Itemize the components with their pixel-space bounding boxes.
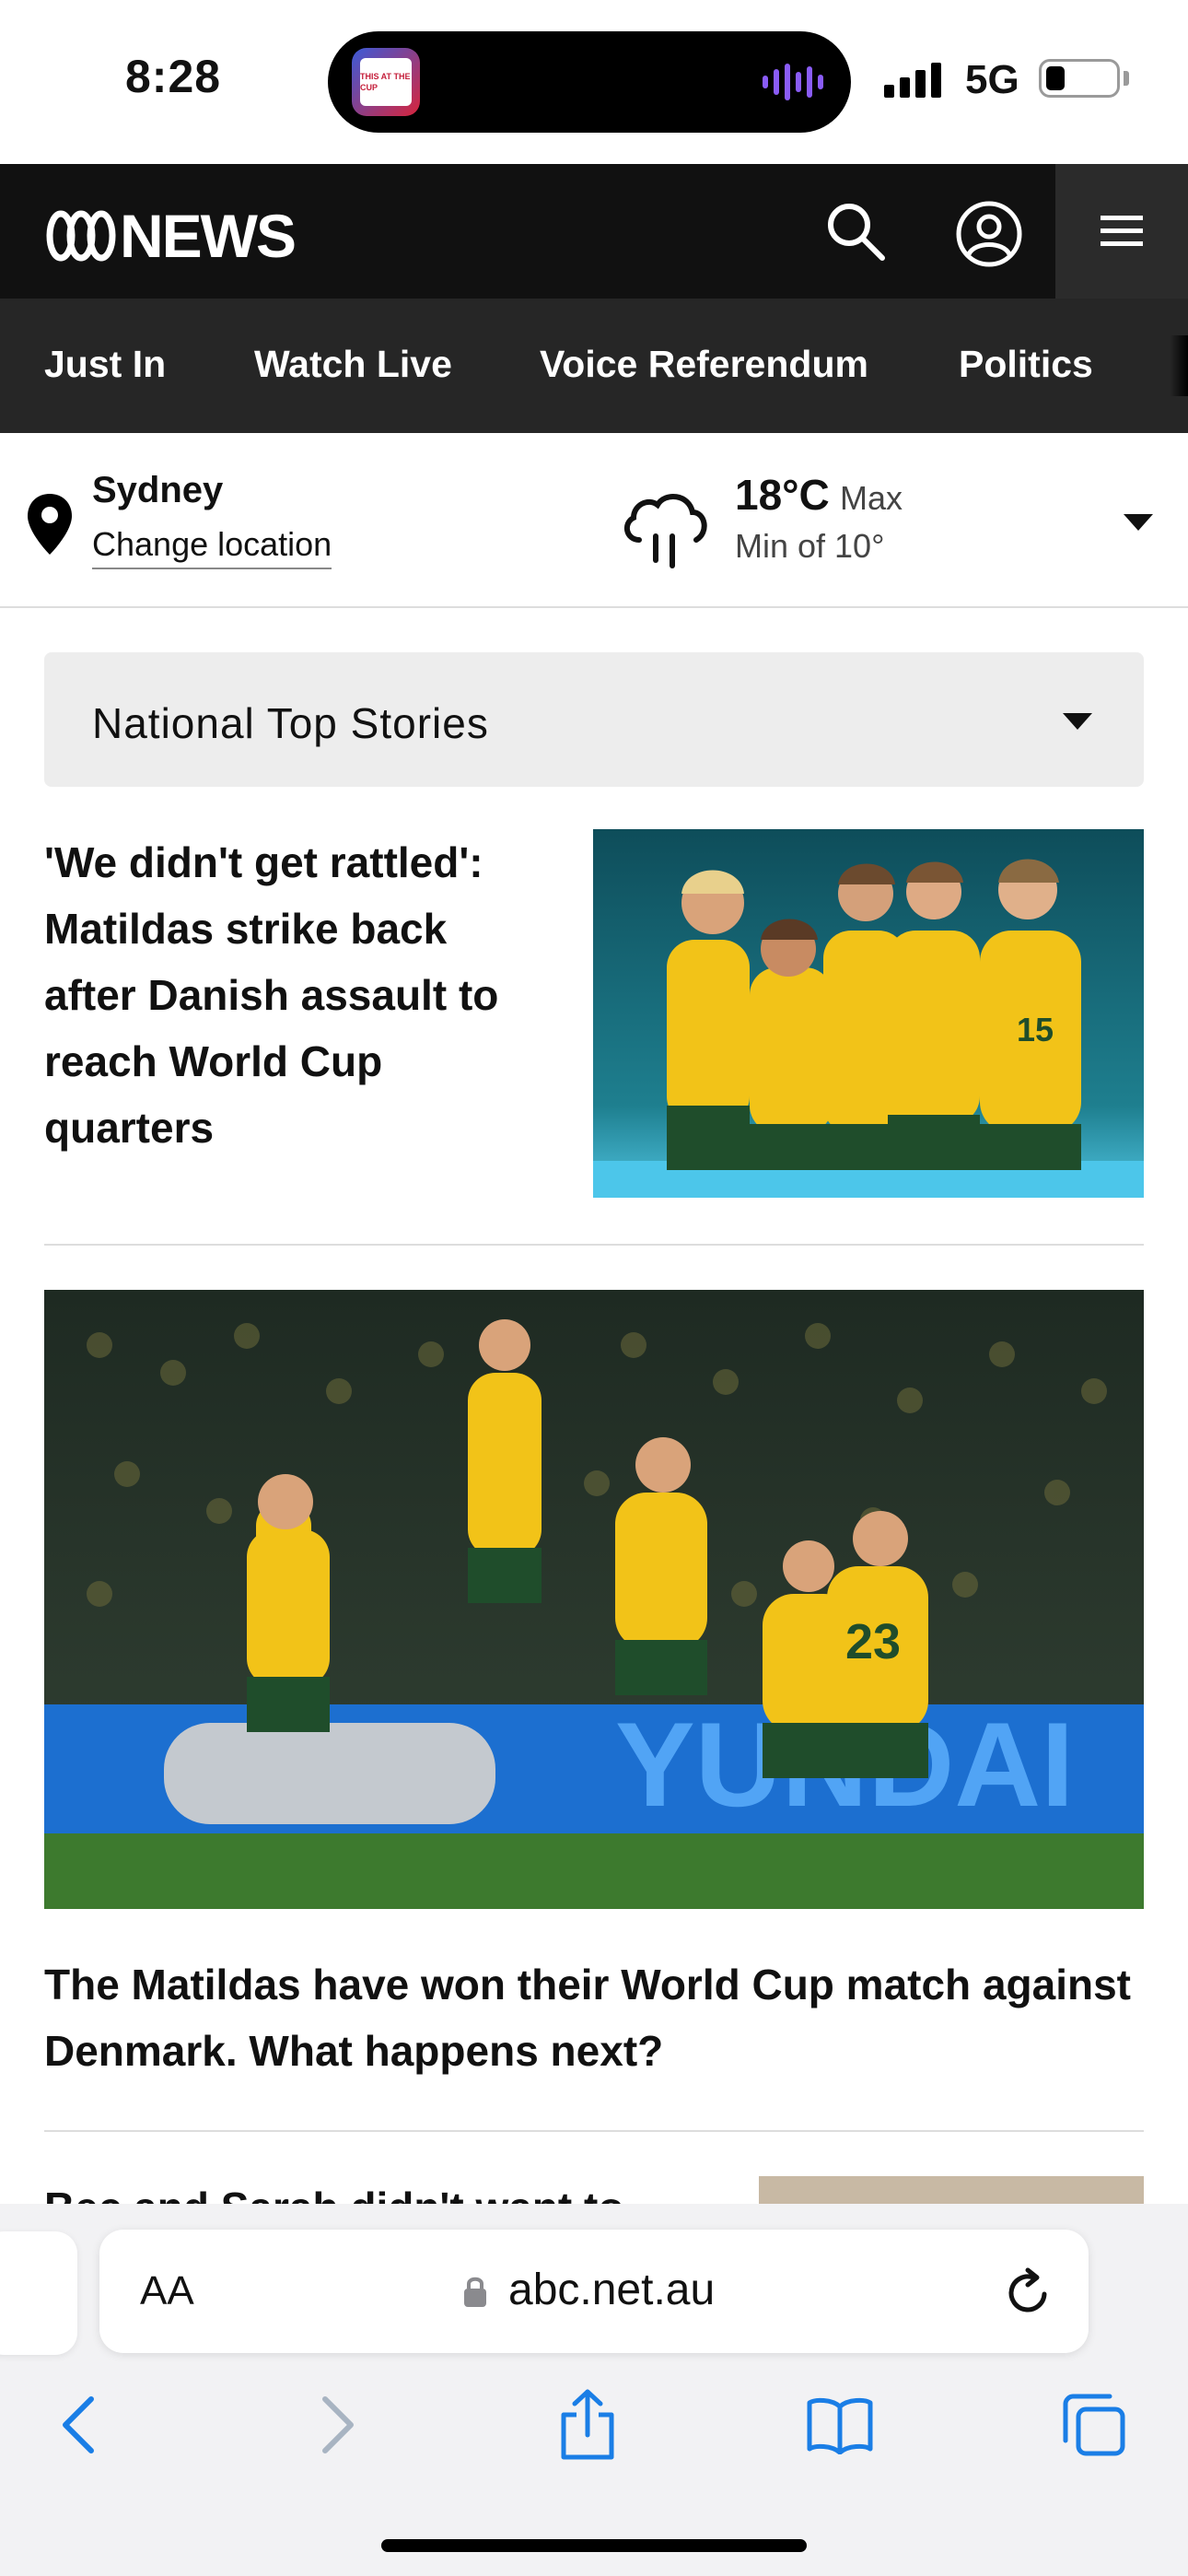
dropdown-label: National Top Stories [92,699,489,747]
caret-down-icon [1063,713,1092,730]
temp-min: Min of 10° [735,527,885,565]
temp-max-label: Max [840,479,903,517]
account-icon[interactable] [954,199,1024,269]
change-location-link[interactable]: Change location [92,525,332,569]
nav-fade [1170,335,1188,396]
story-headline-1[interactable]: 'We didn't get rattled': Matildas strike… [44,829,542,1161]
live-activity-app-label: THIS AT THE CUP [360,72,411,92]
logo-text: NEWS [120,202,297,270]
lock-icon [464,2277,486,2307]
abc-lissajous-icon [46,210,116,262]
weather-expand-icon[interactable] [1124,512,1153,533]
status-bar: 8:28 THIS AT THE CUP 5G [0,0,1188,164]
live-activity-app-icon: THIS AT THE CUP [352,48,420,116]
story-image-1[interactable]: 15 [593,829,1144,1198]
story-image-2[interactable]: YUNDAI 23 [44,1290,1144,1909]
location-pin-icon [28,494,72,555]
story-headline-2[interactable]: The Matildas have won their World Cup ma… [44,1951,1144,2084]
svg-text:15: 15 [1017,1011,1054,1048]
address-bar[interactable]: AA abc.net.au [99,2230,1089,2353]
forward-button[interactable] [300,2388,374,2462]
dynamic-island[interactable]: THIS AT THE CUP [328,31,851,133]
tabs-icon [1063,2394,1125,2456]
story-divider [44,1244,1144,1246]
nav-item-watch-live[interactable]: Watch Live [254,343,452,386]
status-time: 8:28 [125,51,222,102]
nav-item-just-in[interactable]: Just In [44,343,166,386]
story-headline-3[interactable]: Bec and Sarah didn't want to [44,2174,689,2206]
nav-item-politics[interactable]: Politics [959,343,1093,386]
page-settings-button[interactable]: AA [140,2268,194,2314]
site-header: NEWS [0,164,1188,299]
share-icon [561,2389,614,2460]
weather-city: Sydney [92,470,224,510]
search-icon[interactable] [823,199,888,263]
nav-item-voice-referendum[interactable]: Voice Referendum [540,343,868,386]
chevron-left-icon [63,2396,94,2453]
top-stories-dropdown[interactable]: National Top Stories [44,652,1144,787]
matildas-match-win-photo: YUNDAI 23 [44,1290,1144,1909]
share-button[interactable] [551,2388,624,2462]
weather-widget: Sydney Change location 18°C Max Min of 1… [0,433,1188,608]
story-divider [44,2130,1144,2132]
home-indicator[interactable] [381,2539,807,2552]
section-nav: Just In Watch Live Voice Referendum Poli… [0,299,1188,433]
browser-toolbar: AA abc.net.au [0,2204,1188,2576]
hamburger-icon [1101,216,1143,246]
rain-cloud-icon [623,494,707,568]
menu-button[interactable] [1055,164,1188,299]
network-type: 5G [965,57,1019,102]
battery-icon [1039,59,1120,98]
story-image-3[interactable] [759,2176,1144,2204]
previous-tab-preview[interactable] [0,2231,77,2355]
reload-icon[interactable] [1002,2266,1054,2318]
back-button[interactable] [42,2388,116,2462]
audio-wave-icon [763,63,823,101]
cellular-signal-icon [884,59,941,98]
battery-cap [1124,71,1129,86]
book-icon [807,2397,873,2454]
matildas-celebration-photo: 15 [593,829,1144,1198]
temp-max: 18°C [735,471,830,519]
url-text: abc.net.au [508,2266,716,2314]
bookmarks-button[interactable] [803,2388,877,2462]
svg-text:23: 23 [845,1614,901,1669]
chevron-right-icon [322,2396,354,2453]
abc-news-logo[interactable]: NEWS [44,201,297,271]
tabs-button[interactable] [1057,2388,1131,2462]
